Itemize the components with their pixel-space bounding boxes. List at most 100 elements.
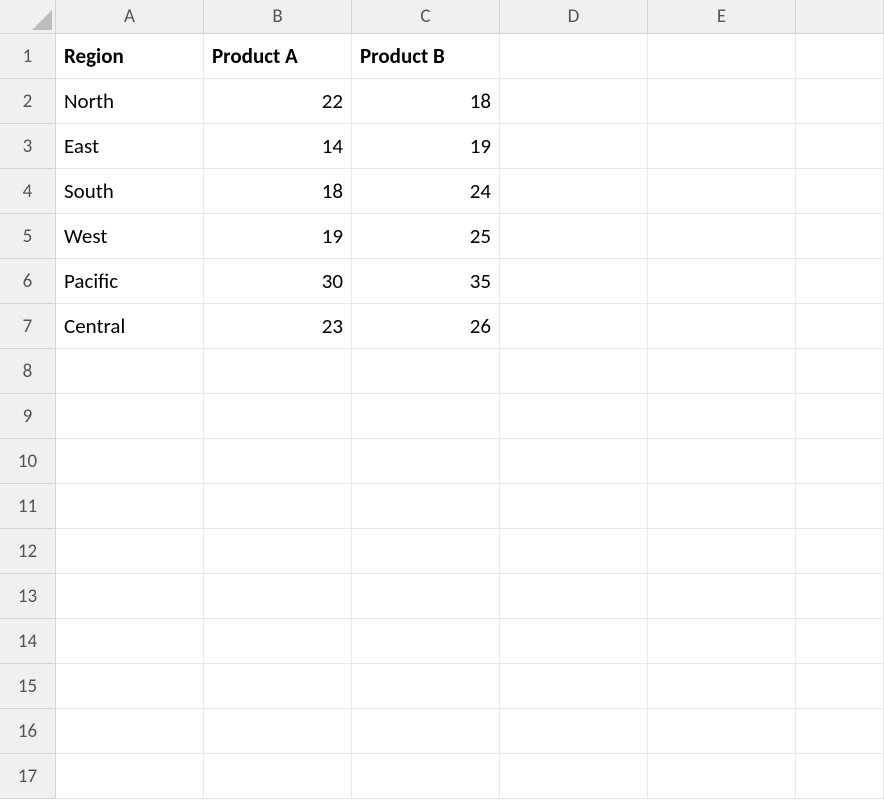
cell-E14[interactable] [648,619,796,664]
cell-D6[interactable] [500,259,648,304]
cell-E3[interactable] [648,124,796,169]
cell-F16[interactable] [796,709,884,754]
cell-A14[interactable] [56,619,204,664]
cell-B16[interactable] [204,709,352,754]
cell-C17[interactable] [352,754,500,799]
col-header-A[interactable]: A [56,0,204,34]
cell-F9[interactable] [796,394,884,439]
cell-E16[interactable] [648,709,796,754]
cell-D8[interactable] [500,349,648,394]
cell-A11[interactable] [56,484,204,529]
cell-A3[interactable]: East [56,124,204,169]
cell-D15[interactable] [500,664,648,709]
cell-F11[interactable] [796,484,884,529]
cell-C9[interactable] [352,394,500,439]
cell-C3[interactable]: 19 [352,124,500,169]
cell-A5[interactable]: West [56,214,204,259]
cell-A13[interactable] [56,574,204,619]
cell-C10[interactable] [352,439,500,484]
cell-A15[interactable] [56,664,204,709]
cell-F10[interactable] [796,439,884,484]
cell-F17[interactable] [796,754,884,799]
cell-A4[interactable]: South [56,169,204,214]
cell-D12[interactable] [500,529,648,574]
cell-D11[interactable] [500,484,648,529]
row-header-11[interactable]: 11 [0,484,56,529]
cell-E1[interactable] [648,34,796,79]
cell-B8[interactable] [204,349,352,394]
cell-F5[interactable] [796,214,884,259]
cell-F13[interactable] [796,574,884,619]
cell-C15[interactable] [352,664,500,709]
cell-E17[interactable] [648,754,796,799]
cell-B3[interactable]: 14 [204,124,352,169]
cell-F1[interactable] [796,34,884,79]
row-header-10[interactable]: 10 [0,439,56,484]
cell-E10[interactable] [648,439,796,484]
cell-D16[interactable] [500,709,648,754]
row-header-6[interactable]: 6 [0,259,56,304]
row-header-2[interactable]: 2 [0,79,56,124]
col-header-partial[interactable] [796,0,884,34]
row-header-15[interactable]: 15 [0,664,56,709]
cell-E15[interactable] [648,664,796,709]
row-header-5[interactable]: 5 [0,214,56,259]
cell-B12[interactable] [204,529,352,574]
cell-C5[interactable]: 25 [352,214,500,259]
cell-D9[interactable] [500,394,648,439]
cell-E11[interactable] [648,484,796,529]
cell-C2[interactable]: 18 [352,79,500,124]
cell-F7[interactable] [796,304,884,349]
cell-E6[interactable] [648,259,796,304]
cell-F2[interactable] [796,79,884,124]
cell-A12[interactable] [56,529,204,574]
cell-C13[interactable] [352,574,500,619]
cell-F6[interactable] [796,259,884,304]
cell-B17[interactable] [204,754,352,799]
cell-D4[interactable] [500,169,648,214]
cell-D7[interactable] [500,304,648,349]
cell-A7[interactable]: Central [56,304,204,349]
cell-A8[interactable] [56,349,204,394]
cell-C7[interactable]: 26 [352,304,500,349]
row-header-1[interactable]: 1 [0,34,56,79]
row-header-9[interactable]: 9 [0,394,56,439]
col-header-E[interactable]: E [648,0,796,34]
row-header-13[interactable]: 13 [0,574,56,619]
cell-B13[interactable] [204,574,352,619]
cell-F8[interactable] [796,349,884,394]
cell-F12[interactable] [796,529,884,574]
cell-F4[interactable] [796,169,884,214]
cell-C4[interactable]: 24 [352,169,500,214]
cell-A6[interactable]: Pacific [56,259,204,304]
cell-D14[interactable] [500,619,648,664]
cell-C8[interactable] [352,349,500,394]
cell-D10[interactable] [500,439,648,484]
cell-D1[interactable] [500,34,648,79]
cell-C1[interactable]: Product B [352,34,500,79]
row-header-8[interactable]: 8 [0,349,56,394]
cell-C11[interactable] [352,484,500,529]
cell-B10[interactable] [204,439,352,484]
row-header-4[interactable]: 4 [0,169,56,214]
cell-E7[interactable] [648,304,796,349]
cell-B5[interactable]: 19 [204,214,352,259]
cell-A1[interactable]: Region [56,34,204,79]
cell-B9[interactable] [204,394,352,439]
cell-B2[interactable]: 22 [204,79,352,124]
cell-B7[interactable]: 23 [204,304,352,349]
cell-D5[interactable] [500,214,648,259]
cell-C6[interactable]: 35 [352,259,500,304]
cell-D2[interactable] [500,79,648,124]
cell-D13[interactable] [500,574,648,619]
cell-B1[interactable]: Product A [204,34,352,79]
cell-F3[interactable] [796,124,884,169]
select-all-corner[interactable] [0,0,56,34]
row-header-7[interactable]: 7 [0,304,56,349]
cell-A2[interactable]: North [56,79,204,124]
cell-D17[interactable] [500,754,648,799]
cell-C14[interactable] [352,619,500,664]
row-header-3[interactable]: 3 [0,124,56,169]
cell-A9[interactable] [56,394,204,439]
cell-E2[interactable] [648,79,796,124]
